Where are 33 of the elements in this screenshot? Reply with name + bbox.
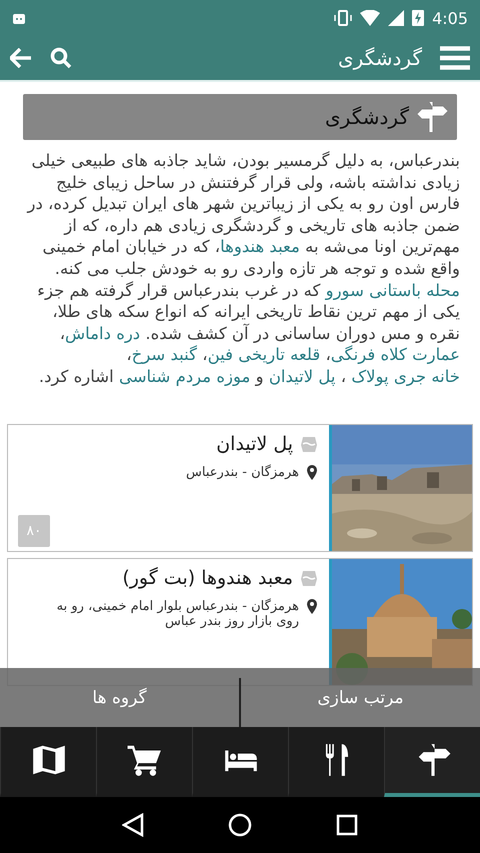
place-link[interactable]: دره داماش <box>65 324 140 343</box>
app-title: گردشگری <box>338 46 422 70</box>
place-link[interactable]: موزه مردم شناسی <box>118 366 250 386</box>
back-icon[interactable] <box>122 813 144 837</box>
vibrate-icon <box>334 10 352 26</box>
place-name: پل لاتیدان <box>216 432 293 455</box>
place-link[interactable]: محله باستانی سورو <box>326 280 460 300</box>
signal-icon <box>388 10 404 26</box>
nav-tab[interactable] <box>384 727 480 797</box>
battery-icon <box>412 10 424 26</box>
wifi-icon <box>360 10 380 26</box>
description-paragraph: بندرعباس، به دلیل گرمسیر بودن، شاید جاذبه های طبیعی خیلی زیادی نداشته باشه، ولی قرار گرفتنش در ساحل زیبای خلیج فارس اون رو به یکی از زیباترین شهر های ایران تبدیل کرده، در ضمن جاذبه های تاریخی و گردشگری زیادی هم داره، که از مهم‌ترین اونا می‌شه به معبد هندوها، که در خیابان امام خمینی واقع شده و توجه هر تازه واردی رو به خودش جلب می کنه. محله باستانی سورو که در غرب بندرعباس قرار گرفته هم جزء یکی از مهم ترین نقاط تاریخی ایرانه که انواع سکه های طلا، نقره و مس دوران ساسانی در آن کشف شده. دره داماش، عمارت کلاه فرنگی، قلعه تاریخی فین، گنبد سرخ، خانه جری پولاک ، پل لاتیدان و موزه مردم شناسی اشاره کرد. <box>26 150 460 388</box>
place-card[interactable]: پل لاتیدان هرمزگان - بندرعباس ۸۰ <box>7 424 473 552</box>
android-icon <box>12 11 26 25</box>
location-pin-icon <box>307 598 317 614</box>
place-address: هرمزگان - بندرعباس بلوار امام خمینی، رو به روی بازار روز بندر عباس <box>56 598 299 629</box>
clock: 4:05 <box>432 8 468 28</box>
back-arrow-icon[interactable] <box>10 48 32 68</box>
distance-badge: ۸۰ <box>18 514 50 547</box>
place-link[interactable]: معبد هندوها <box>220 237 300 256</box>
place-name: معبد هندوها (بت گور) <box>122 566 293 589</box>
place-link[interactable]: گنبد سرخ <box>132 345 197 364</box>
place-address: هرمزگان - بندرعباس <box>185 464 299 480</box>
recents-icon[interactable] <box>336 814 358 836</box>
home-icon[interactable] <box>228 813 252 837</box>
place-link[interactable]: عمارت کلاه فرنگی <box>330 345 460 364</box>
menu-icon[interactable] <box>440 46 470 70</box>
place-link[interactable]: قلعه تاریخی فین <box>208 345 320 364</box>
search-icon[interactable] <box>50 47 72 69</box>
location-pin-icon <box>307 464 317 480</box>
place-link[interactable]: پل لاتیدان <box>268 366 336 386</box>
section-title: گردشگری <box>325 105 409 129</box>
place-link[interactable]: خانه جری پولاک <box>351 366 460 386</box>
